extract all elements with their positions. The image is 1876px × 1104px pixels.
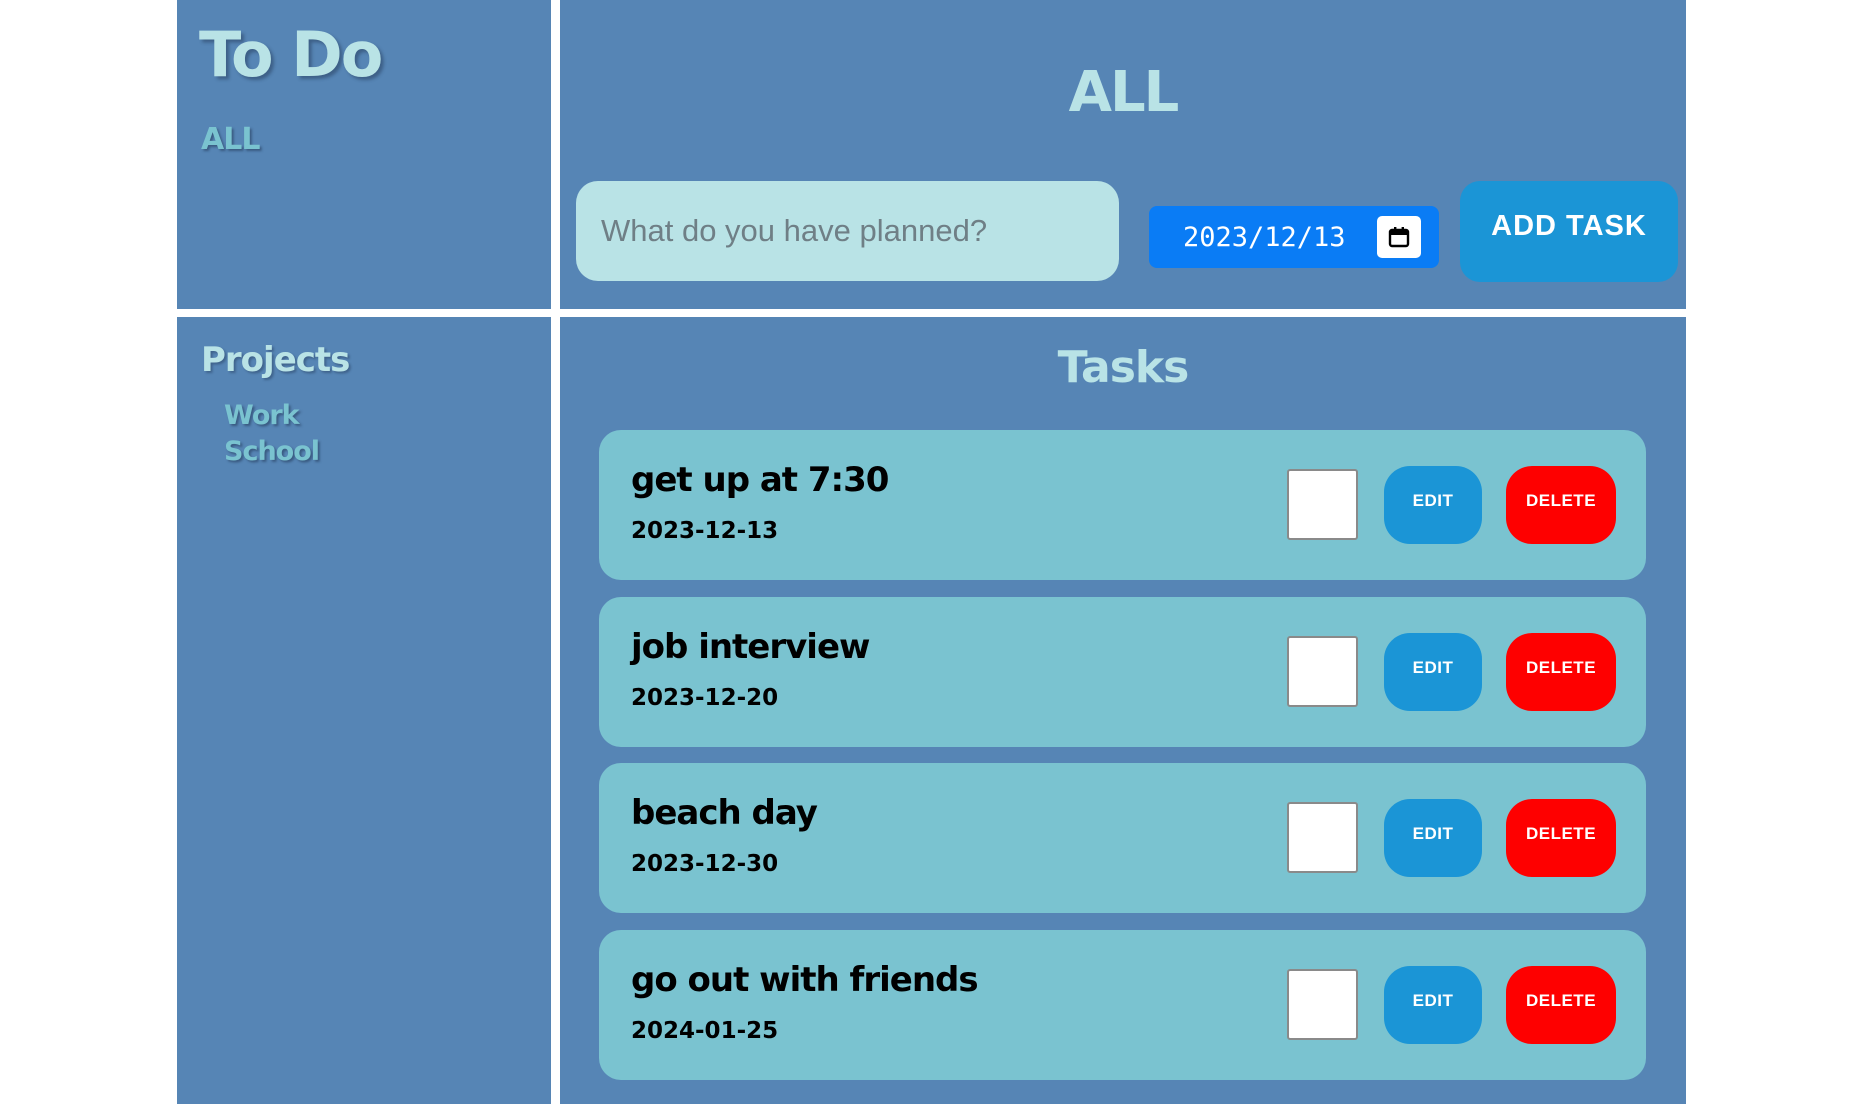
due-date-value: 2023/12/13	[1183, 221, 1346, 253]
task-date: 2023-12-13	[631, 518, 779, 544]
filter-all-link[interactable]: ALL	[201, 122, 260, 157]
project-item-work[interactable]: Work	[224, 398, 319, 434]
edit-task-button[interactable]: EDIT	[1384, 466, 1482, 544]
task-card: go out with friends 2024-01-25 EDIT DELE…	[599, 930, 1646, 1080]
add-task-button[interactable]: ADD TASK	[1460, 181, 1678, 282]
projects-heading: Projects	[201, 340, 350, 380]
task-input[interactable]	[576, 181, 1119, 281]
task-date: 2024-01-25	[631, 1018, 779, 1044]
task-name: job interview	[631, 627, 870, 667]
edit-task-button[interactable]: EDIT	[1384, 799, 1482, 877]
task-card: get up at 7:30 2023-12-13 EDIT DELETE	[599, 430, 1646, 580]
delete-task-button[interactable]: DELETE	[1506, 966, 1616, 1044]
task-card: job interview 2023-12-20 EDIT DELETE	[599, 597, 1646, 747]
header-panel: ALL 2023/12/13 ADD TASK	[560, 0, 1686, 309]
edit-task-button[interactable]: EDIT	[1384, 633, 1482, 711]
task-card: beach day 2023-12-30 EDIT DELETE	[599, 763, 1646, 913]
delete-task-button[interactable]: DELETE	[1506, 799, 1616, 877]
task-date: 2023-12-20	[631, 685, 779, 711]
due-date-input[interactable]: 2023/12/13	[1149, 206, 1439, 268]
task-name: get up at 7:30	[631, 460, 889, 500]
tasks-panel: get up at 7:30 2023-12-13 EDIT DELETE jo…	[560, 317, 1686, 1104]
task-complete-checkbox[interactable]	[1287, 636, 1358, 707]
todo-app: To Do ALL ALL 2023/12/13 ADD TASK get up…	[177, 0, 1686, 1104]
task-name: go out with friends	[631, 960, 979, 1000]
task-date: 2023-12-30	[631, 851, 779, 877]
edit-task-button[interactable]: EDIT	[1384, 966, 1482, 1044]
task-complete-checkbox[interactable]	[1287, 969, 1358, 1040]
project-item-school[interactable]: School	[224, 434, 320, 470]
task-complete-checkbox[interactable]	[1287, 802, 1358, 873]
delete-task-button[interactable]: DELETE	[1506, 466, 1616, 544]
task-complete-checkbox[interactable]	[1287, 469, 1358, 540]
delete-task-button[interactable]: DELETE	[1506, 633, 1616, 711]
task-name: beach day	[631, 793, 818, 833]
brand-panel: To Do ALL	[177, 0, 551, 309]
app-title: To Do	[199, 18, 383, 91]
project-list: Work School	[224, 398, 320, 470]
tasks-heading: Tasks	[1057, 342, 1190, 393]
calendar-icon[interactable]	[1377, 216, 1421, 258]
current-view-title: ALL	[1068, 60, 1180, 125]
